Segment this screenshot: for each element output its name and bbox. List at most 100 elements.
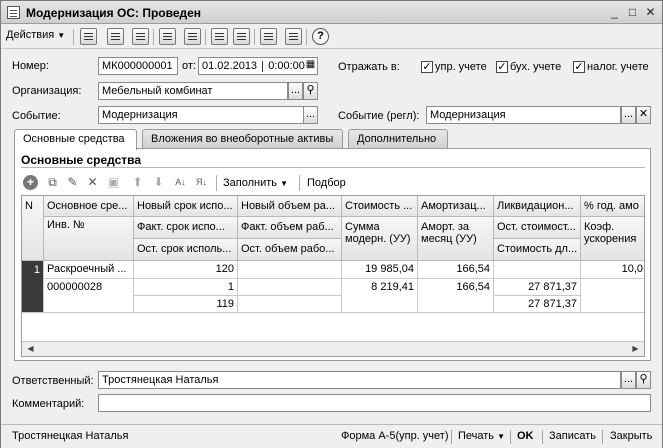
chevron-down-icon: ▼ [497,432,506,441]
cell-rest-term[interactable]: 119 [134,296,238,313]
cell-fact-term[interactable]: 1 [134,279,238,296]
scroll-left-icon[interactable]: ◀ [24,343,37,355]
cell-residual[interactable]: 27 871,37 [494,279,581,296]
header-rest-term[interactable]: Ост. срок исполь... [134,239,238,261]
cell-asset[interactable]: Раскроечный ... [44,261,134,279]
header-new-term[interactable]: Новый срок испо... [134,196,238,217]
list-icon[interactable] [211,28,228,45]
checkbox-upr[interactable]: ✓ [421,61,433,73]
header-new-volume[interactable]: Новый объем ра... [238,196,342,217]
org-field[interactable]: Мебельный комбинат [98,82,288,100]
row-number[interactable]: 1 [22,261,44,313]
chevron-down-icon: ▼ [57,31,66,40]
cell-inv[interactable]: 000000028 [44,279,134,313]
cell-new-volume[interactable] [238,261,342,279]
based-on-icon[interactable] [159,28,176,45]
scroll-right-icon[interactable]: ▶ [629,343,642,355]
close-icon[interactable]: ✕ [643,5,658,20]
event-reg-clear-icon[interactable]: ✕ [636,106,651,124]
header-modern-sum[interactable]: Сумма модерн. (УУ) [342,217,418,261]
edit-row-icon[interactable]: ✎ [65,175,80,190]
post-close-icon[interactable] [80,28,97,45]
header-amort-month[interactable]: Аморт. за месяц (УУ) [418,217,494,261]
cell-pct[interactable]: 10,0 [581,261,644,279]
actions-menu[interactable]: Действия ▼ [6,29,65,41]
header-liquidation[interactable]: Ликвидацион... [494,196,581,217]
header-fact-volume[interactable]: Факт. объем раб... [238,217,342,239]
header-pct[interactable]: % год. амо [581,196,644,217]
header-cost-dl[interactable]: Стоимость дл... [494,239,581,261]
report-icon[interactable] [285,28,302,45]
number-field[interactable]: МК000000001 [98,57,178,75]
delete-row-icon[interactable]: ✕ [85,175,100,190]
cell-liquidation[interactable] [494,261,581,279]
header-amort[interactable]: Амортизац... [418,196,494,217]
header-inv[interactable]: Инв. № [44,217,134,261]
responsible-open-icon[interactable]: ⚲ [636,371,651,389]
post-icon[interactable] [107,28,124,45]
event-reg-select-button[interactable]: ... [621,106,636,124]
header-cost[interactable]: Стоимость ... [342,196,418,217]
checkbox-nalog[interactable]: ✓ [573,61,585,73]
help-icon[interactable]: ? [312,28,329,45]
toolbar-separator [205,29,206,45]
minimize-icon[interactable]: _ [607,5,622,20]
settings-icon[interactable] [233,28,250,45]
unpost-icon[interactable] [132,28,149,45]
cell-rest-volume[interactable] [238,296,342,313]
header-residual[interactable]: Ост. стоимост... [494,217,581,239]
org-label: Организация: [12,85,82,97]
responsible-select-button[interactable]: ... [621,371,636,389]
ok-button[interactable]: OK [517,430,534,442]
add-row-icon[interactable]: + [23,175,38,190]
cell-amort[interactable]: 166,54 [418,261,494,279]
select-button[interactable]: Подбор [307,177,346,189]
header-n[interactable]: N [22,196,44,261]
org-select-button[interactable]: ... [288,82,303,100]
end-edit-icon: ▣ [107,175,120,189]
tab-additional[interactable]: Дополнительно [348,129,448,149]
sort-desc-icon[interactable]: Я↓ [194,175,209,190]
cell-fact-volume[interactable] [238,279,342,296]
checkbox-buh[interactable]: ✓ [496,61,508,73]
responsible-field[interactable]: Тростянецкая Наталья [98,371,621,389]
header-coef[interactable]: Коэф. ускорения [581,217,644,261]
save-button[interactable]: Записать [549,430,596,442]
horizontal-scrollbar[interactable]: ◀ ▶ [22,341,644,356]
event-select-button[interactable]: ... [303,106,318,124]
form-a5-button[interactable]: Форма А-5(упр. учет) [341,430,449,442]
header-asset[interactable]: Основное сре... [44,196,134,217]
tab-fixed-assets[interactable]: Основные средства [14,129,137,150]
cell-cost-dl[interactable]: 27 871,37 [494,296,581,313]
toolbar-separator [254,29,255,45]
org-open-icon[interactable]: ⚲ [303,82,318,100]
time-value: 0:00:00 [268,60,305,72]
date-field[interactable]: 01.02.2013 0:00:00 [198,57,318,75]
maximize-icon[interactable]: □ [625,5,640,20]
table-toolbar: + ⧉ ✎ ✕ ▣ ⬆ ⬇ A↓ Я↓ Заполнить ▼ Подбор [21,173,645,193]
calendar-icon[interactable]: ▦ [304,58,317,74]
cell-cost[interactable]: 19 985,04 [342,261,418,279]
close-button[interactable]: Закрыть [610,430,652,442]
actions-label: Действия [6,29,55,41]
comment-field[interactable] [98,394,651,412]
header-fact-term[interactable]: Факт. срок испо... [134,217,238,239]
dt-kt-icon[interactable] [260,28,277,45]
toolbar-separator [299,175,300,191]
window-title: Модернизация ОС: Проведен [26,6,202,20]
status-separator [510,430,511,444]
print-menu[interactable]: Печать ▼ [458,430,505,442]
header-rest-volume[interactable]: Ост. объем рабо... [238,239,342,261]
fill-menu[interactable]: Заполнить ▼ [223,177,288,189]
sort-asc-icon[interactable]: A↓ [173,175,188,190]
structure-icon[interactable] [184,28,201,45]
cell-amort-month[interactable]: 166,54 [418,279,494,313]
event-reg-field[interactable]: Модернизация [426,106,621,124]
event-field[interactable]: Модернизация [98,106,304,124]
cell-modern-sum[interactable]: 8 219,41 [342,279,418,313]
cell-new-term[interactable]: 120 [134,261,238,279]
copy-row-icon[interactable]: ⧉ [45,175,60,190]
fixed-assets-table[interactable]: N Основное сре... Инв. № Новый срок испо… [21,195,645,357]
cell-coef[interactable] [581,279,644,313]
tab-investments[interactable]: Вложения во внеоборотные активы [142,129,343,149]
